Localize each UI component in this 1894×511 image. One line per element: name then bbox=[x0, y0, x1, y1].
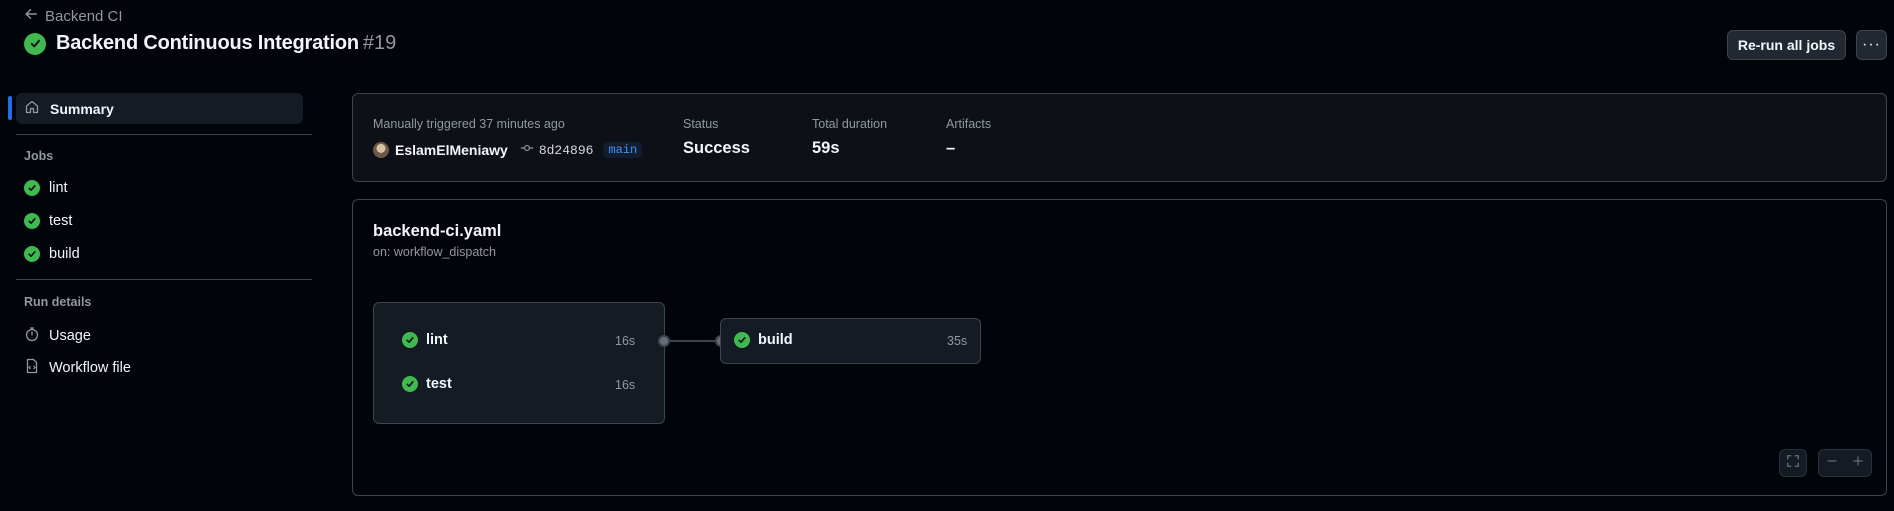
success-check-icon bbox=[24, 180, 40, 196]
more-options-button[interactable]: ··· bbox=[1856, 30, 1887, 60]
success-check-icon bbox=[734, 332, 750, 348]
avatar bbox=[373, 142, 389, 158]
sidebar-job-label: test bbox=[49, 213, 73, 229]
graph-job-build-row: build bbox=[734, 332, 793, 348]
success-check-icon bbox=[402, 332, 418, 348]
back-link[interactable]: Backend CI bbox=[24, 7, 123, 25]
kebab-horizontal-icon: ··· bbox=[1862, 36, 1881, 53]
zoom-out-button[interactable] bbox=[1826, 454, 1838, 472]
status-label: Status bbox=[683, 117, 719, 131]
sidebar-item-label: Workflow file bbox=[49, 360, 131, 376]
sidebar-item-summary-label: Summary bbox=[50, 100, 114, 117]
graph-job-lint[interactable]: lint bbox=[402, 332, 448, 348]
duration-value: 59s bbox=[812, 139, 840, 157]
run-number: #19 bbox=[362, 32, 397, 54]
home-icon bbox=[24, 99, 40, 118]
sidebar-item-summary[interactable]: Summary bbox=[16, 93, 303, 124]
plus-icon bbox=[1853, 456, 1863, 466]
fullscreen-icon bbox=[1786, 454, 1800, 473]
arrow-left-icon bbox=[24, 7, 38, 25]
sidebar-job-test[interactable]: test bbox=[24, 213, 72, 229]
graph-job-build[interactable]: build 35s bbox=[720, 318, 981, 364]
actor-row: EslamElMeniawy 8d24896 main bbox=[373, 141, 643, 159]
back-link-label: Backend CI bbox=[45, 7, 123, 25]
sidebar-job-label: build bbox=[49, 246, 80, 262]
job-connector-line bbox=[663, 340, 723, 342]
sidebar-item-workflow-file[interactable]: Workflow file bbox=[24, 358, 131, 378]
commit-sha: 8d24896 bbox=[538, 142, 594, 158]
run-details-heading: Run details bbox=[24, 295, 92, 309]
sidebar-item-usage[interactable]: Usage bbox=[24, 326, 91, 346]
workflow-graph-card: backend-ci.yaml on: workflow_dispatch li… bbox=[352, 199, 1887, 496]
workflow-file-name[interactable]: backend-ci.yaml bbox=[373, 222, 501, 241]
jobs-heading: Jobs bbox=[24, 149, 54, 163]
fullscreen-button[interactable] bbox=[1779, 449, 1807, 477]
job-duration: 16s bbox=[615, 378, 636, 392]
success-check-icon bbox=[402, 376, 418, 392]
page-title: Backend Continuous Integration bbox=[56, 32, 359, 54]
rerun-all-jobs-button[interactable]: Re-run all jobs bbox=[1727, 30, 1846, 60]
job-name: build bbox=[758, 332, 793, 348]
workflow-trigger: on: workflow_dispatch bbox=[373, 245, 496, 259]
run-title: Backend Continuous Integration #19 bbox=[24, 32, 396, 55]
graph-job-test[interactable]: test bbox=[402, 376, 452, 392]
job-duration: 35s bbox=[947, 334, 968, 348]
sidebar-divider bbox=[16, 134, 312, 135]
sidebar-item-label: Usage bbox=[49, 328, 91, 344]
minus-icon bbox=[1827, 460, 1837, 462]
actor-link[interactable]: EslamElMeniawy bbox=[395, 142, 508, 158]
trigger-text: Manually triggered 37 minutes ago bbox=[373, 117, 565, 131]
artifacts-value: – bbox=[946, 139, 956, 157]
success-check-icon bbox=[24, 246, 40, 262]
job-duration: 16s bbox=[615, 334, 636, 348]
run-summary-card: Manually triggered 37 minutes ago EslamE… bbox=[352, 93, 1887, 182]
stopwatch-icon bbox=[24, 326, 40, 346]
sidebar-job-label: lint bbox=[49, 180, 68, 196]
file-code-icon bbox=[24, 358, 40, 378]
sidebar-job-build[interactable]: build bbox=[24, 246, 80, 262]
success-check-icon bbox=[24, 213, 40, 229]
duration-label: Total duration bbox=[812, 117, 888, 131]
job-name: lint bbox=[426, 332, 448, 348]
zoom-controls bbox=[1818, 449, 1872, 477]
success-check-icon bbox=[24, 32, 46, 55]
job-name: test bbox=[426, 376, 452, 392]
branch-badge[interactable]: main bbox=[603, 142, 643, 158]
connector-dot bbox=[658, 335, 670, 347]
sidebar-job-lint[interactable]: lint bbox=[24, 180, 68, 196]
sidebar-divider bbox=[16, 279, 312, 280]
artifacts-label: Artifacts bbox=[946, 117, 992, 131]
status-value: Success bbox=[683, 139, 750, 157]
zoom-in-button[interactable] bbox=[1852, 454, 1864, 472]
active-indicator bbox=[8, 96, 12, 120]
commit-link[interactable]: 8d24896 bbox=[520, 141, 594, 159]
git-commit-icon bbox=[520, 141, 534, 159]
job-group: lint 16s test 16s bbox=[373, 302, 665, 424]
